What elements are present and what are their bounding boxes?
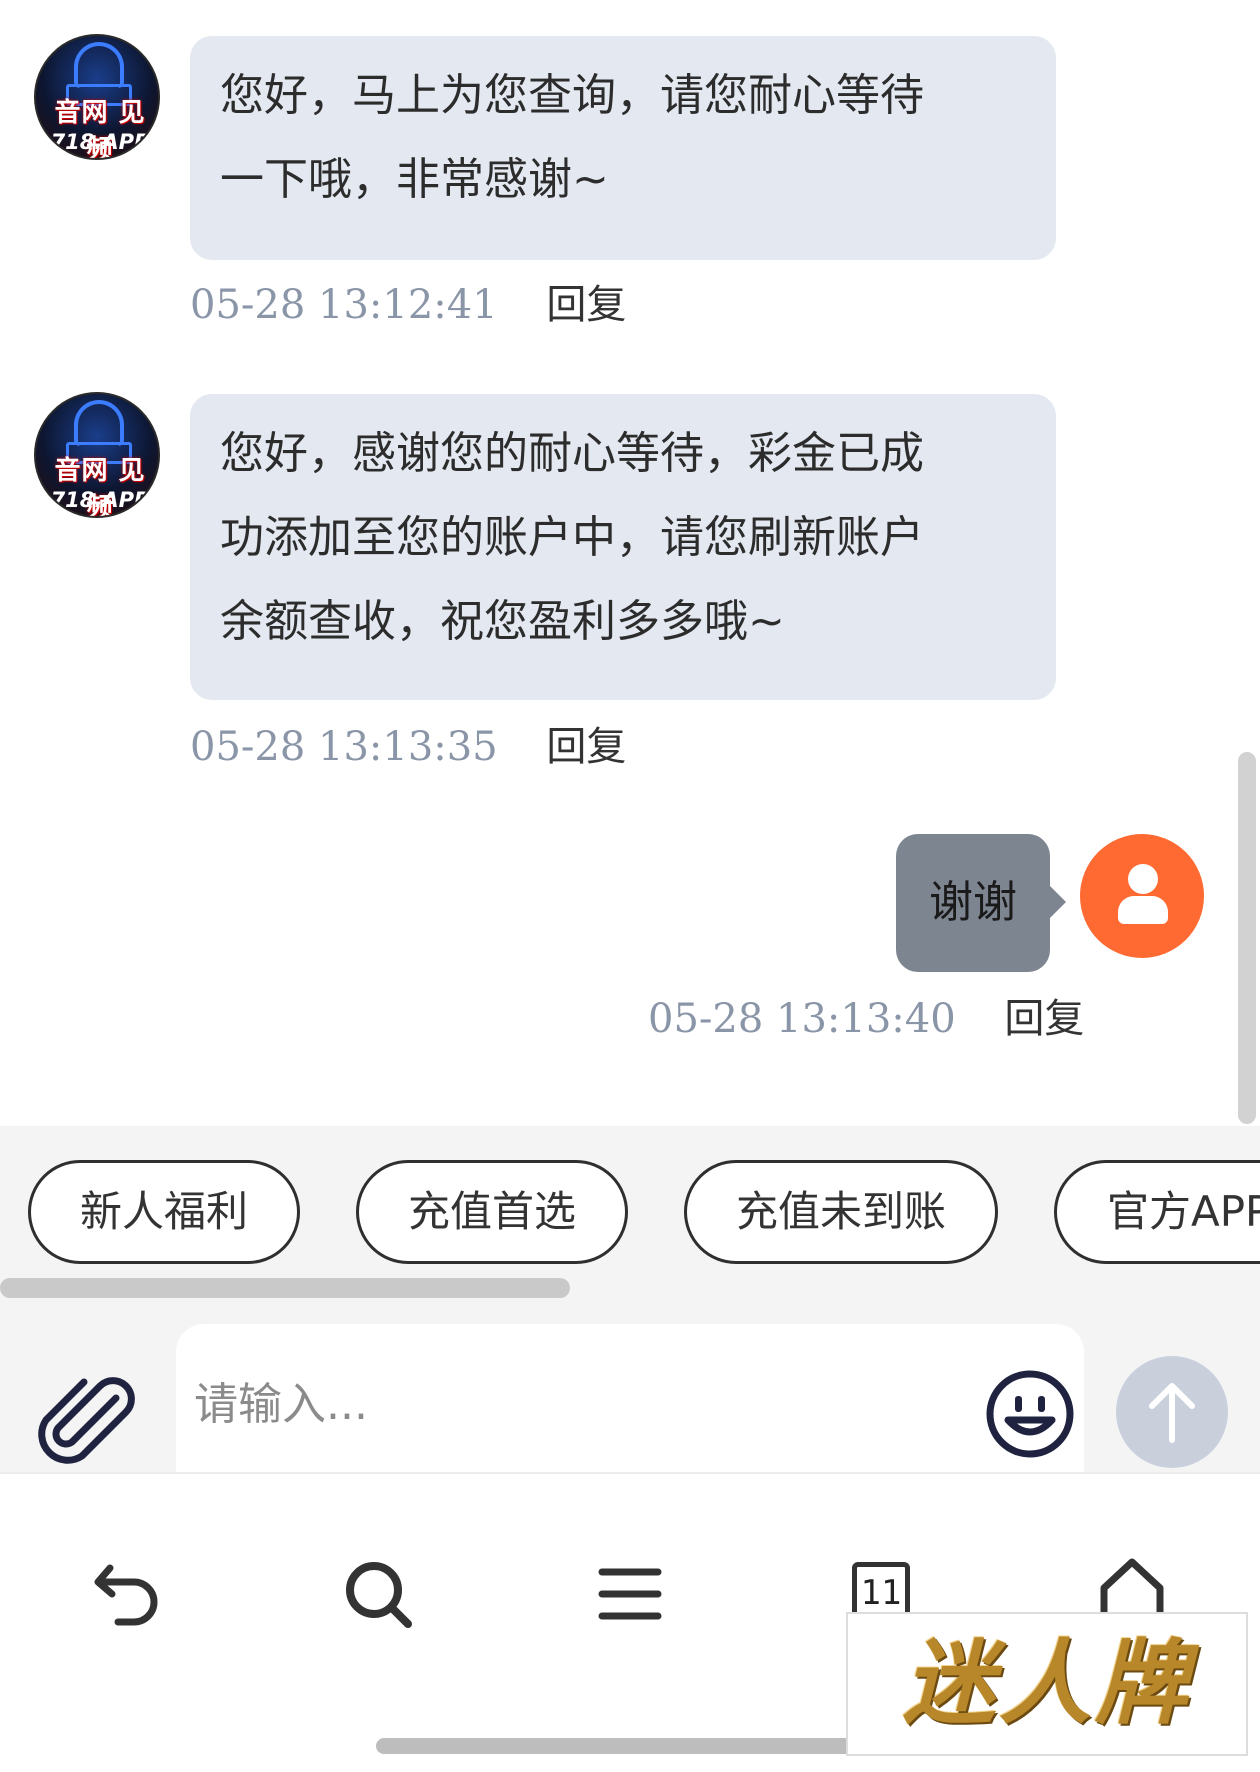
message-input-container	[176, 1324, 1084, 1472]
message-meta: 05-28 13:13:40 回复	[648, 994, 1084, 1044]
user-message-bubble: 谢谢	[896, 834, 1066, 972]
message-input[interactable]	[194, 1354, 954, 1454]
agent-message-bubble: 您好，感谢您的耐心等待，彩金已成 功添加至您的账户中，请您刷新账户 余额查收，祝…	[190, 394, 1056, 700]
watermark-logo: 迷人牌	[846, 1612, 1248, 1756]
chips-scrollbar[interactable]	[0, 1278, 570, 1298]
person-icon-body	[1118, 896, 1168, 924]
hacker-hood-icon	[74, 42, 124, 88]
paperclip-icon[interactable]	[38, 1374, 138, 1474]
back-icon[interactable]	[88, 1554, 168, 1634]
menu-icon[interactable]	[590, 1554, 670, 1634]
message-line: 功添加至您的账户中，请您刷新账户	[220, 512, 924, 563]
message-line: 一下哦，非常感谢~	[220, 154, 609, 205]
message-text: 谢谢	[929, 877, 1017, 928]
message-meta: 05-28 13:13:35 回复	[190, 722, 626, 772]
chat-scrollbar[interactable]	[1238, 752, 1256, 1124]
hacker-hood-icon	[74, 400, 124, 446]
quick-reply-chip[interactable]: 充值首选	[356, 1160, 628, 1264]
arrow-up-icon	[1149, 1383, 1195, 1443]
smiley-icon[interactable]	[984, 1368, 1076, 1460]
message-line: 您好，马上为您查询，请您耐心等待	[220, 70, 924, 121]
agent-message-bubble: 您好，马上为您查询，请您耐心等待 一下哦，非常感谢~	[190, 36, 1056, 260]
user-avatar	[1080, 834, 1204, 958]
quick-reply-chip[interactable]: 官方APP	[1054, 1160, 1260, 1264]
reply-link[interactable]: 回复	[546, 724, 626, 770]
message-meta: 05-28 13:12:41 回复	[190, 280, 626, 330]
quick-reply-bar[interactable]: 新人福利 充值首选 充值未到账 官方APP	[0, 1126, 1260, 1304]
quick-reply-chip[interactable]: 充值未到账	[684, 1160, 998, 1264]
agent-avatar: 音网 见频 718.APP	[34, 392, 160, 518]
agent-avatar: 音网 见频 718.APP	[34, 34, 160, 160]
message-line: 余额查收，祝您盈利多多哦~	[220, 596, 785, 647]
chat-area[interactable]: 音网 见频 718.APP 您好，马上为您查询，请您耐心等待 一下哦，非常感谢~…	[0, 0, 1260, 1126]
reply-link[interactable]: 回复	[1004, 996, 1084, 1042]
send-button[interactable]	[1116, 1356, 1228, 1468]
message-timestamp: 05-28 13:13:35	[190, 724, 498, 770]
person-icon	[1128, 864, 1158, 894]
search-icon[interactable]	[338, 1554, 418, 1634]
avatar-logo-subtext: 718.APP	[50, 130, 150, 154]
quick-reply-chip[interactable]: 新人福利	[28, 1160, 300, 1264]
bubble-tail	[1050, 886, 1066, 918]
message-timestamp: 05-28 13:12:41	[190, 282, 498, 328]
home-indicator[interactable]	[376, 1738, 880, 1754]
message-line: 您好，感谢您的耐心等待，彩金已成	[220, 428, 924, 479]
reply-link[interactable]: 回复	[546, 282, 626, 328]
avatar-logo-subtext: 718.APP	[50, 488, 150, 512]
composer	[0, 1304, 1260, 1472]
message-timestamp: 05-28 13:13:40	[648, 996, 956, 1042]
